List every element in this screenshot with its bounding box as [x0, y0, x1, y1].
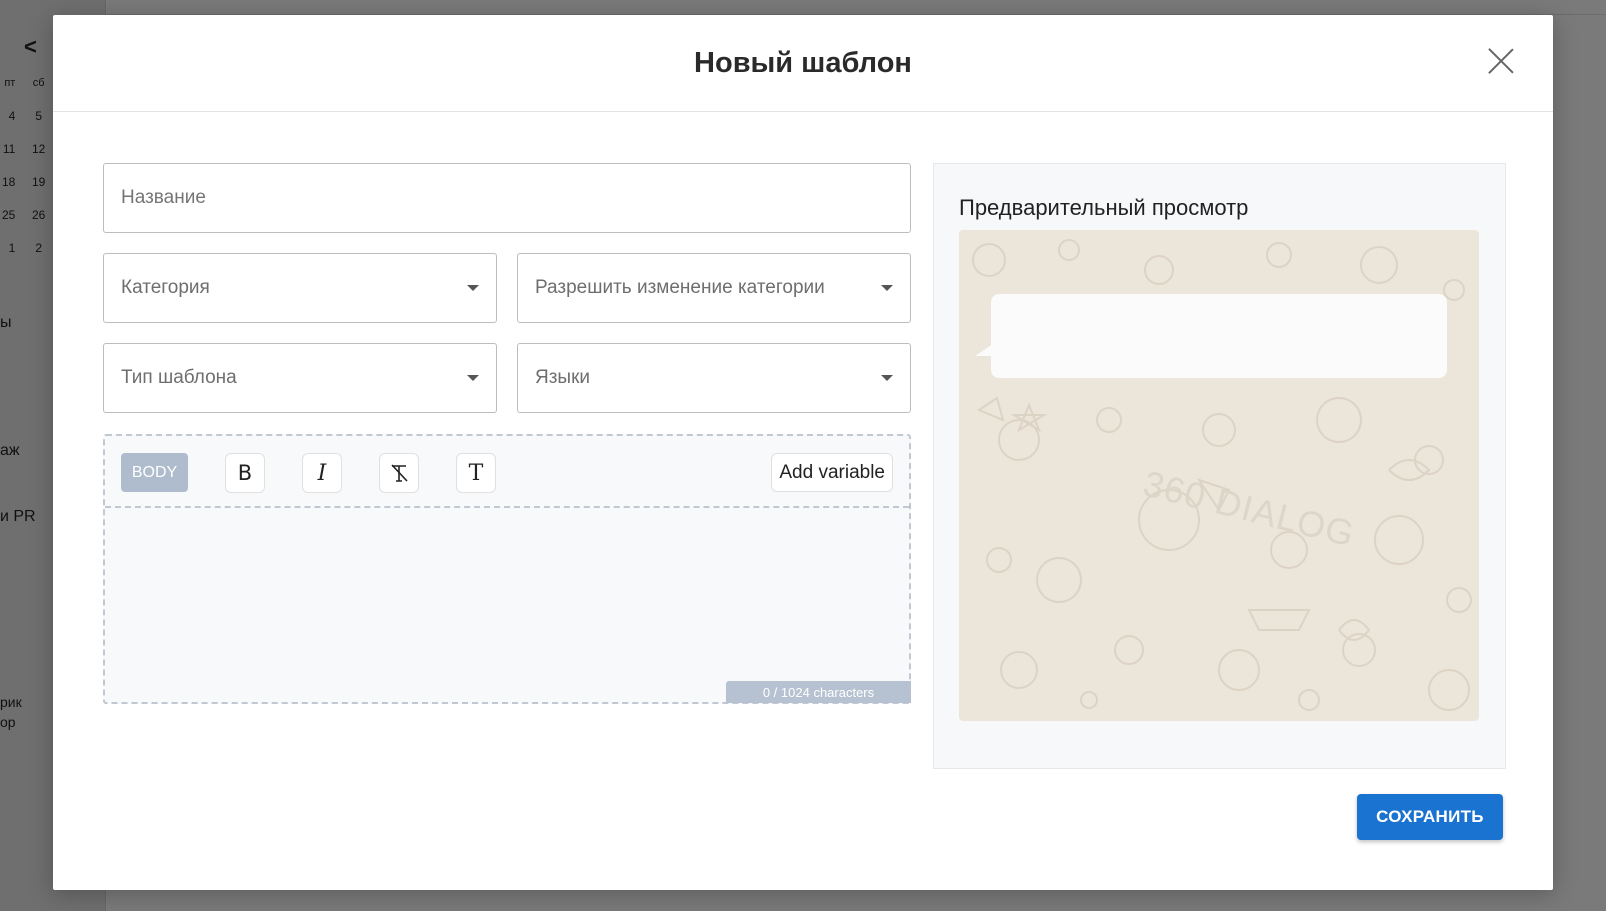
clear-format-icon — [391, 464, 408, 482]
caret-down-icon — [881, 375, 893, 381]
allow-category-change-placeholder: Разрешить изменение категории — [535, 277, 825, 298]
add-variable-button[interactable]: Add variable — [771, 453, 893, 492]
text-icon: T — [468, 460, 484, 486]
sidebar-fragment: и PR — [0, 508, 36, 525]
caret-down-icon — [881, 285, 893, 291]
modal-title: Новый шаблон — [694, 46, 912, 79]
text-format-button[interactable]: T — [456, 453, 496, 493]
calendar-day[interactable]: 1 — [0, 241, 16, 255]
editor-toolbar: BODY B I T Add variable — [105, 436, 909, 508]
mini-calendar: пт сб 45 11 12 18 19 25 26 12 — [0, 66, 54, 264]
calendar-day[interactable]: 11 — [0, 142, 15, 156]
editor-body-area[interactable] — [105, 510, 909, 702]
character-counter: 0 / 1024 characters — [726, 681, 911, 703]
allow-category-change-select[interactable]: Разрешить изменение категории — [517, 253, 911, 323]
bold-icon: B — [237, 461, 253, 485]
save-button[interactable]: СОХРАНИТЬ — [1357, 794, 1503, 840]
message-preview-bubble — [991, 294, 1447, 378]
calendar-day[interactable]: 26 — [23, 208, 54, 222]
calendar-header: пт — [4, 76, 16, 89]
template-type-placeholder: Тип шаблона — [121, 367, 237, 388]
calendar-day[interactable]: 25 — [0, 208, 15, 222]
calendar-day[interactable]: 2 — [23, 241, 54, 255]
preview-panel: Предварительный просмотр 360 DIALOG — [933, 163, 1506, 769]
modal-header: Новый шаблон — [53, 15, 1553, 112]
languages-select[interactable]: Языки — [517, 343, 911, 413]
category-placeholder: Категория — [121, 277, 210, 298]
sidebar-fragment: аж — [0, 442, 20, 459]
sidebar-fragment: рик — [0, 694, 22, 710]
caret-down-icon — [467, 285, 479, 291]
name-field[interactable] — [103, 163, 911, 233]
calendar-day[interactable]: 12 — [23, 142, 54, 156]
calendar-day[interactable]: 18 — [0, 175, 15, 189]
calendar-day[interactable]: 19 — [23, 175, 54, 189]
template-type-select[interactable]: Тип шаблона — [103, 343, 497, 413]
italic-button[interactable]: I — [302, 453, 342, 493]
back-arrow-icon[interactable]: < — [24, 34, 37, 60]
languages-placeholder: Языки — [535, 367, 591, 388]
close-icon[interactable] — [1487, 47, 1515, 75]
bold-button[interactable]: B — [225, 453, 265, 493]
body-section-badge[interactable]: BODY — [121, 453, 188, 492]
italic-icon: I — [317, 460, 327, 486]
body-editor: BODY B I T Add variable 0 / 1024 charact… — [103, 434, 911, 704]
sidebar-fragment: ор — [0, 714, 16, 730]
name-input[interactable] — [121, 187, 910, 209]
calendar-day[interactable]: 5 — [23, 109, 54, 123]
calendar-day[interactable]: 4 — [0, 109, 16, 123]
caret-down-icon — [467, 375, 479, 381]
calendar-header: сб — [32, 76, 45, 89]
chat-background: 360 DIALOG — [959, 230, 1479, 721]
category-select[interactable]: Категория — [103, 253, 497, 323]
sidebar-fragment: ы — [0, 314, 12, 331]
clear-format-button[interactable] — [379, 453, 419, 493]
preview-title: Предварительный просмотр — [959, 195, 1249, 220]
new-template-modal: Новый шаблон Категория Разрешить изменен… — [53, 15, 1553, 890]
